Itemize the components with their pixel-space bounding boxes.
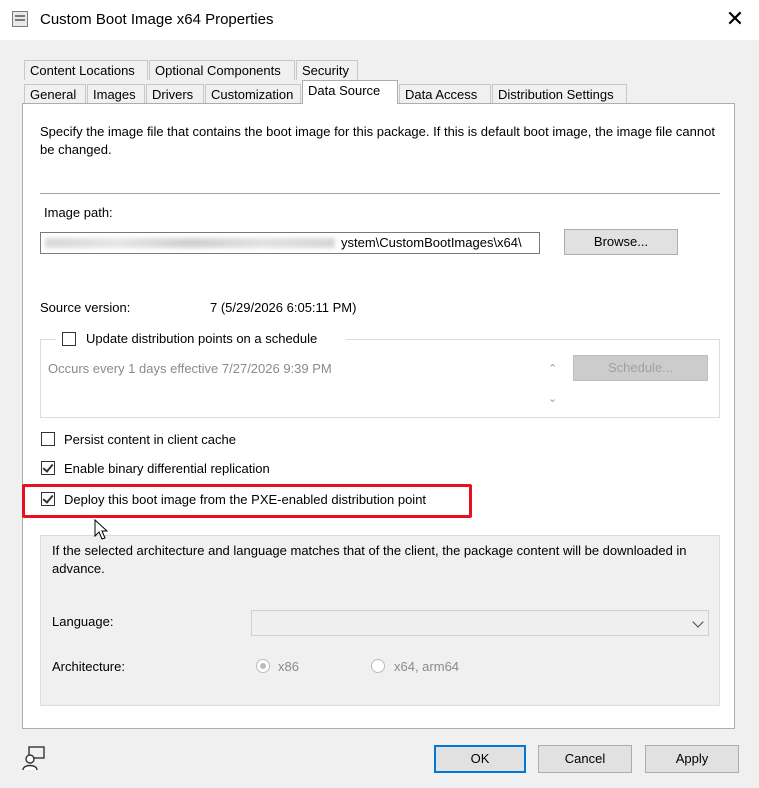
arch-radio-x86[interactable] [256, 659, 270, 673]
tab-data-access[interactable]: Data Access [399, 84, 491, 104]
language-label: Language: [52, 614, 114, 629]
image-path-value: ystem\CustomBootImages\x64\ [341, 235, 522, 250]
source-version-label: Source version: [40, 300, 131, 315]
arch-label-x64: x64, arm64 [394, 659, 460, 674]
tab-customization[interactable]: Customization [205, 84, 301, 104]
schedule-button[interactable]: Schedule... [573, 355, 708, 381]
chevron-down-icon: ⌄ [548, 393, 558, 405]
pxe-checkbox[interactable] [41, 492, 55, 506]
tab-data-source[interactable]: Data Source [302, 80, 398, 104]
chevron-up-icon: ⌃ [548, 363, 558, 375]
image-path-label: Image path: [44, 205, 113, 220]
redacted-path-segment [45, 238, 335, 248]
properties-window-icon [12, 11, 28, 27]
architecture-label: Architecture: [52, 659, 125, 674]
advance-text: If the selected architecture and languag… [52, 543, 687, 576]
apply-button[interactable]: Apply [645, 745, 739, 773]
tab-distribution-settings[interactable]: Distribution Settings [492, 84, 627, 104]
image-path-input[interactable]: ystem\CustomBootImages\x64\ [40, 232, 540, 254]
tab-images[interactable]: Images [87, 84, 145, 104]
mouse-cursor-icon [94, 519, 109, 540]
update-schedule-label: Update distribution points on a schedule [86, 331, 318, 346]
title-bar: Custom Boot Image x64 Properties ✕ [0, 0, 759, 40]
persist-checkbox[interactable] [41, 432, 55, 446]
tab-general[interactable]: General [24, 84, 86, 104]
arch-radio-x64[interactable] [371, 659, 385, 673]
tab-drivers[interactable]: Drivers [146, 84, 204, 104]
tab-optional-components[interactable]: Optional Components [149, 60, 295, 80]
schedule-group-header: Update distribution points on a schedule [56, 330, 346, 348]
source-version-value: 7 (5/29/2026 6:05:11 PM) [210, 300, 357, 315]
close-button[interactable]: ✕ [720, 6, 750, 32]
binary-diff-label: Enable binary differential replication [64, 461, 270, 476]
browse-button[interactable]: Browse... [564, 229, 678, 255]
separator [40, 193, 720, 194]
ok-button[interactable]: OK [434, 745, 526, 773]
arch-label-x86: x86 [278, 659, 299, 674]
user-help-icon[interactable] [20, 744, 48, 772]
tab-content-locations[interactable]: Content Locations [24, 60, 148, 80]
description-text: Specify the image file that contains the… [40, 124, 715, 157]
persist-label: Persist content in client cache [64, 432, 236, 447]
cancel-button[interactable]: Cancel [538, 745, 632, 773]
binary-diff-checkbox[interactable] [41, 461, 55, 475]
tab-security[interactable]: Security [296, 60, 358, 80]
schedule-text: Occurs every 1 days effective 7/27/2026 … [48, 361, 332, 376]
window-title: Custom Boot Image x64 Properties [40, 11, 274, 28]
chevron-down-icon [692, 616, 704, 628]
update-schedule-checkbox[interactable] [62, 332, 76, 346]
language-select[interactable] [251, 610, 709, 636]
pxe-label: Deploy this boot image from the PXE-enab… [64, 492, 427, 507]
